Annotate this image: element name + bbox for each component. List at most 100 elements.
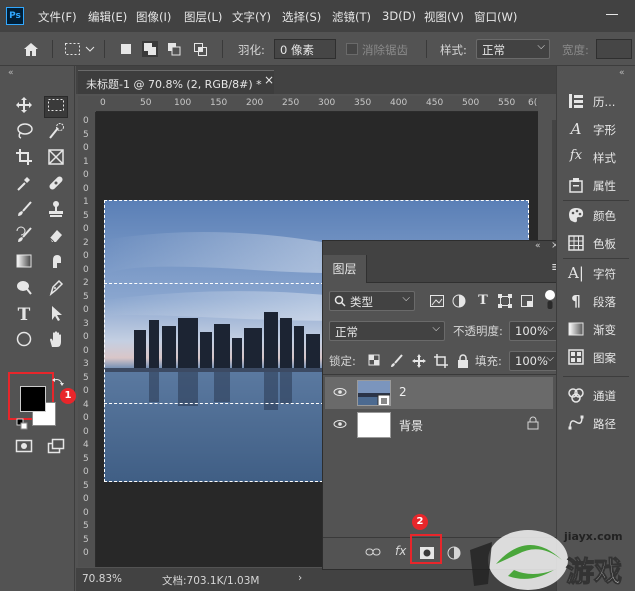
subtract-selection-icon[interactable] [166, 41, 182, 57]
dodge-tool[interactable] [12, 278, 36, 300]
menu-view[interactable]: 视图(V) [424, 9, 464, 25]
ruler-tick: 250 [282, 98, 300, 108]
filter-kind-value: 类型 [350, 295, 373, 309]
quick-mask-tool[interactable] [12, 438, 36, 460]
healing-tool[interactable] [44, 174, 68, 196]
panel-gradients[interactable]: 渐变 [563, 318, 635, 342]
layer-row[interactable]: 2 [325, 377, 553, 409]
filter-adjustment-icon[interactable] [451, 293, 467, 309]
lock-position-icon[interactable] [411, 353, 427, 369]
horizontal-ruler[interactable]: 0 50 100 150 200 250 300 350 400 450 500… [96, 96, 538, 112]
panel-styles[interactable]: fx 样式 [563, 146, 635, 170]
minimize-icon[interactable] [606, 14, 618, 15]
panel-label: 段落 [593, 295, 616, 309]
filter-smart-object-icon[interactable] [519, 293, 535, 309]
panel-paths[interactable]: 路径 [563, 412, 635, 436]
panel-character[interactable]: A| 字符 [563, 262, 635, 286]
menu-filter[interactable]: 滤镜(T) [332, 9, 371, 25]
glyphs-icon: A [570, 120, 582, 138]
ellipse-tool[interactable] [12, 330, 36, 352]
intersect-selection-icon[interactable] [192, 41, 208, 57]
document-title: 未标题-1 @ 70.8% (2, RGB/8#) * [86, 78, 262, 91]
vertical-ruler[interactable]: 0 5 0 1 0 0 1 5 0 2 0 0 2 5 0 3 0 0 3 5 0 4 0 0 4 5 0 5 0 0 5 5 0 [78, 112, 96, 567]
menu-image[interactable]: 图像(I) [136, 9, 171, 25]
panel-swatches[interactable]: 色板 [563, 232, 635, 256]
visibility-eye-icon[interactable] [333, 417, 347, 431]
lock-pixels-icon[interactable] [389, 353, 405, 369]
brush-tool[interactable] [12, 200, 36, 222]
gradient-tool[interactable] [12, 252, 36, 274]
pen-tool[interactable] [44, 278, 68, 300]
screen-mode-tool[interactable] [44, 438, 68, 460]
marquee-preset-icon[interactable] [64, 41, 96, 57]
quick-select-tool[interactable] [44, 122, 68, 144]
status-menu-arrow[interactable]: › [298, 572, 302, 584]
home-icon[interactable] [22, 41, 40, 57]
layer-name[interactable]: 背景 [399, 417, 423, 434]
rect-marquee-tool[interactable] [44, 96, 68, 118]
width-input[interactable] [596, 39, 632, 59]
layer-row[interactable]: 背景 [325, 409, 553, 441]
add-to-selection-icon[interactable] [142, 41, 158, 57]
antialias-checkbox[interactable] [346, 43, 358, 55]
quick-select-icon [49, 123, 64, 139]
panel-paragraph[interactable]: ¶ 段落 [563, 290, 635, 314]
lasso-tool[interactable] [12, 122, 36, 144]
panel-properties[interactable]: 属性 [563, 174, 635, 198]
menu-type[interactable]: 文字(Y) [232, 9, 271, 25]
menu-3d[interactable]: 3D(D) [382, 9, 416, 23]
menu-edit[interactable]: 编辑(E) [88, 9, 127, 25]
fx-icon[interactable]: fx [395, 544, 406, 558]
close-tab-icon[interactable]: × [264, 73, 274, 87]
eyedropper-tool[interactable] [12, 174, 36, 196]
visibility-eye-icon[interactable] [333, 385, 347, 399]
hand-tool[interactable] [44, 330, 68, 352]
menu-file[interactable]: 文件(F) [38, 9, 77, 25]
lock-artboard-icon[interactable] [433, 353, 449, 369]
link-icon[interactable] [365, 546, 381, 558]
new-selection-icon[interactable] [118, 41, 134, 57]
opacity-input[interactable]: 100% ⌵ [509, 321, 559, 341]
menu-layer[interactable]: 图层(L) [184, 9, 222, 25]
panel-color[interactable]: 颜色 [563, 204, 635, 228]
layer-name[interactable]: 2 [399, 385, 407, 399]
blend-mode-select[interactable]: 正常 ⌵ [329, 321, 445, 341]
frame-tool[interactable] [44, 148, 68, 170]
fill-input[interactable]: 100% ⌵ [509, 351, 559, 371]
filter-shape-icon[interactable] [497, 293, 513, 309]
foreground-color-swatch[interactable] [20, 386, 46, 412]
feather-input[interactable]: 0 像素 [274, 39, 336, 59]
filter-pixel-icon[interactable] [429, 293, 445, 309]
zoom-level[interactable]: 70.83% [82, 573, 122, 585]
crop-tool[interactable] [12, 148, 36, 170]
filter-toggle-icon[interactable] [543, 289, 557, 311]
ruler-tick: 2 [83, 278, 89, 288]
menu-select[interactable]: 选择(S) [282, 9, 321, 25]
path-select-tool[interactable] [44, 304, 68, 326]
style-select[interactable]: 正常 ⌵ [476, 39, 550, 59]
panel-patterns[interactable]: 图案 [563, 346, 635, 370]
menu-window[interactable]: 窗口(W) [474, 9, 517, 25]
stamp-tool[interactable] [44, 200, 68, 222]
panel-glyphs[interactable]: A 字形 [563, 118, 635, 142]
swap-colors-icon[interactable] [52, 376, 64, 388]
move-tool[interactable] [12, 96, 36, 118]
type-tool[interactable]: T [12, 304, 36, 326]
collapse-toolbar-icon[interactable]: « [8, 68, 14, 78]
eraser-tool[interactable] [44, 226, 68, 248]
filter-type-icon[interactable]: T [475, 293, 491, 309]
smudge-tool[interactable] [44, 252, 68, 274]
layer-filter-select[interactable]: 类型 ⌵ [329, 291, 415, 311]
ruler-tick: 0 [83, 507, 89, 518]
patterns-icon [568, 349, 584, 365]
tab-layers[interactable]: 图层 [323, 255, 367, 283]
panel-channels[interactable]: 通道 [563, 384, 635, 408]
collapse-panel-icon[interactable]: « [535, 241, 541, 251]
lock-transparent-icon[interactable] [367, 353, 383, 369]
document-tab[interactable]: 未标题-1 @ 70.8% (2, RGB/8#) * [78, 70, 274, 94]
lock-all-icon[interactable] [455, 353, 471, 369]
default-colors-icon[interactable] [16, 418, 28, 430]
collapse-dock-icon[interactable]: « [619, 68, 625, 78]
panel-history[interactable]: 历... [563, 90, 635, 114]
history-brush-tool[interactable] [12, 226, 36, 248]
